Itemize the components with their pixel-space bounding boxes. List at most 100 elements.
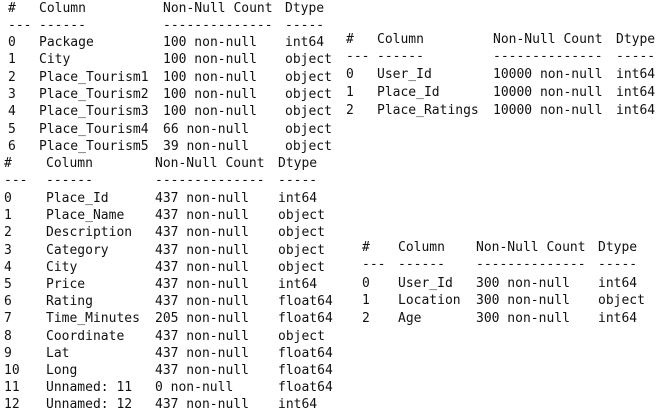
non-null-count-cell: 437 non-null — [155, 259, 249, 275]
index-cell: # — [362, 240, 370, 255]
dtype-cell: int64 — [285, 35, 325, 50]
dtype-cell: int64 — [616, 103, 656, 118]
dtype-cell: object — [598, 293, 645, 309]
table-row: 1 Location 300 non-null object — [362, 292, 662, 309]
index-cell: 1 — [362, 293, 370, 309]
table-row: 2 Age 300 non-null int64 — [362, 310, 662, 327]
non-null-count-cell: 10000 non-null — [493, 85, 603, 100]
index-cell: 12 — [4, 397, 20, 413]
dtype-cell: ----- — [598, 257, 638, 272]
index-cell: 4 — [8, 104, 16, 120]
non-null-count-cell: 10000 non-null — [493, 103, 603, 118]
dtype-cell: object — [285, 121, 332, 137]
dtype-cell: int64 — [278, 277, 318, 292]
dtype-cell: ----- — [285, 18, 325, 33]
column-name-cell: Category — [46, 242, 109, 258]
table-row: 1 Place_Name 437 non-null object — [4, 207, 339, 224]
column-name-cell: Long — [46, 363, 78, 378]
non-null-count-cell: 437 non-null — [155, 277, 249, 292]
table-separator-row: --- ------ -------------- ----- — [4, 172, 339, 189]
non-null-count-cell: Non-Null Count — [155, 156, 265, 171]
non-null-count-cell: 300 non-null — [476, 293, 570, 309]
dtype-cell: int64 — [598, 276, 638, 291]
non-null-count-cell: 100 non-null — [163, 69, 257, 85]
column-name-cell: ------ — [46, 173, 93, 188]
dtype-cell: Dtype — [278, 156, 318, 171]
table-row: 1 City 100 non-null object — [8, 51, 338, 68]
table-separator-row: --- ------ -------------- ----- — [362, 256, 662, 273]
column-name-cell: User_Id — [377, 67, 432, 82]
table-row: 1 Place_Id 10000 non-null int64 — [346, 84, 661, 101]
column-name-cell: Place_Tourism4 — [39, 121, 149, 137]
non-null-count-cell: 437 non-null — [155, 345, 249, 361]
dtype-cell: int64 — [598, 310, 638, 326]
dtype-cell: float64 — [278, 294, 333, 310]
index-cell: 11 — [4, 380, 20, 396]
dtype-cell: Dtype — [285, 1, 325, 16]
table-row: 0 Package 100 non-null int64 — [8, 34, 338, 51]
column-name-cell: ------ — [39, 18, 86, 33]
index-cell: 4 — [4, 259, 12, 275]
dtype-cell: float64 — [278, 363, 333, 378]
non-null-count-cell: Non-Null Count — [163, 1, 273, 16]
column-name-cell: Column — [398, 240, 445, 255]
dtype-cell: ----- — [616, 49, 656, 64]
non-null-count-cell: 100 non-null — [163, 35, 257, 50]
table-row: 9 Lat 437 non-null float64 — [4, 345, 339, 362]
index-cell: 8 — [4, 328, 12, 344]
index-cell: 5 — [4, 277, 12, 292]
index-cell: 2 — [346, 103, 354, 118]
index-cell: 3 — [8, 86, 16, 102]
non-null-count-cell: -------------- — [155, 173, 265, 188]
table-row: 3 Place_Tourism2 100 non-null object — [8, 86, 338, 103]
table-separator-row: --- ------ -------------- ----- — [8, 17, 338, 34]
index-cell: --- — [8, 18, 32, 33]
dtype-cell: int64 — [616, 85, 656, 100]
table-row: 5 Price 437 non-null int64 — [4, 276, 339, 293]
dtype-cell: float64 — [278, 345, 333, 361]
dtype-cell: object — [278, 242, 325, 258]
non-null-count-cell: 0 non-null — [155, 380, 234, 396]
non-null-count-cell: 205 non-null — [155, 311, 249, 327]
index-cell: 0 — [346, 67, 354, 82]
index-cell: 6 — [4, 294, 12, 310]
table-row: 6 Rating 437 non-null float64 — [4, 293, 339, 310]
index-cell: 0 — [8, 35, 16, 50]
column-name-cell: Column — [39, 1, 86, 16]
index-cell: 0 — [4, 191, 12, 206]
column-name-cell: Unnamed: 11 — [46, 380, 133, 396]
table-header-row: # Column Non-Null Count Dtype — [362, 239, 662, 256]
table-row: 2 Place_Ratings 10000 non-null int64 — [346, 102, 661, 119]
table-package: # Column Non-Null Count Dtype --- ------ -----… — [8, 0, 338, 158]
column-name-cell: Place_Tourism2 — [39, 86, 149, 102]
dtype-cell: int64 — [616, 67, 656, 82]
non-null-count-cell: 100 non-null — [163, 104, 257, 120]
column-name-cell: Lat — [46, 345, 70, 361]
index-cell: 2 — [4, 225, 12, 241]
non-null-count-cell: -------------- — [493, 49, 603, 64]
column-name-cell: Location — [398, 293, 461, 309]
non-null-count-cell: 10000 non-null — [493, 67, 603, 82]
non-null-count-cell: 437 non-null — [155, 328, 249, 344]
table-header-row: # Column Non-Null Count Dtype — [346, 31, 661, 48]
column-name-cell: Column — [46, 156, 93, 171]
table-header-row: # Column Non-Null Count Dtype — [4, 155, 339, 172]
non-null-count-cell: -------------- — [163, 18, 273, 33]
index-cell: 9 — [4, 345, 12, 361]
index-cell: # — [8, 1, 16, 16]
column-name-cell: ------ — [377, 49, 424, 64]
column-name-cell: Place_Id — [377, 85, 440, 100]
index-cell: --- — [4, 173, 28, 188]
table-separator-row: --- ------ -------------- ----- — [346, 48, 661, 65]
table-row: 0 Place_Id 437 non-null int64 — [4, 190, 339, 207]
dtype-cell: object — [285, 86, 332, 102]
non-null-count-cell: 437 non-null — [155, 191, 249, 206]
dtype-cell: ----- — [278, 173, 318, 188]
column-name-cell: Place_Ratings — [377, 103, 479, 118]
column-name-cell: Column — [377, 32, 424, 47]
dtype-cell: int64 — [278, 191, 318, 206]
table-users: # Column Non-Null Count Dtype --- ------ -----… — [362, 239, 662, 329]
dtype-cell: float64 — [278, 380, 333, 396]
table-row: 10 Long 437 non-null float64 — [4, 362, 339, 379]
column-name-cell: Package — [39, 35, 94, 50]
